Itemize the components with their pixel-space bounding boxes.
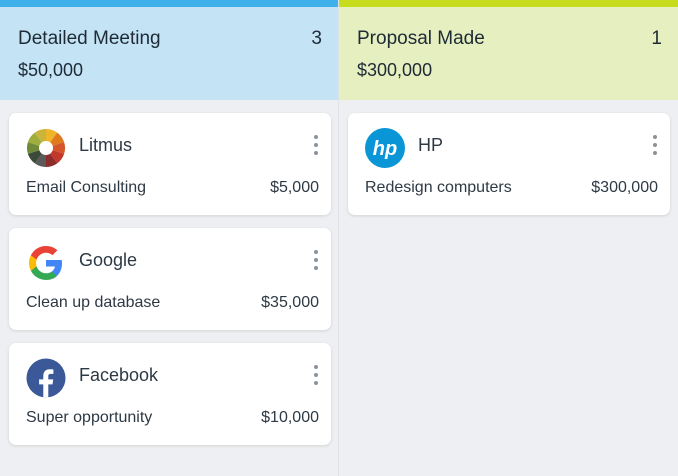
deal-card[interactable]: Litmus Email Consulting $5,000 xyxy=(9,113,331,215)
pipeline-board: Detailed Meeting 3 $50,000 Litmus Email … xyxy=(0,0,678,476)
svg-text:hp: hp xyxy=(373,138,397,160)
facebook-logo-icon xyxy=(26,358,66,398)
deal-card[interactable]: hp HP Redesign computers $300,000 xyxy=(348,113,670,215)
company-name: HP xyxy=(418,135,444,155)
more-vertical-icon[interactable] xyxy=(310,248,322,272)
google-logo-icon xyxy=(26,243,66,283)
card-list: hp HP Redesign computers $300,000 xyxy=(348,113,670,228)
column-total: $50,000 xyxy=(18,60,84,80)
deal-card[interactable]: Facebook Super opportunity $10,000 xyxy=(9,343,331,445)
deal-card[interactable]: Google Clean up database $35,000 xyxy=(9,228,331,330)
hp-logo-icon: hp xyxy=(365,128,405,168)
company-name: Facebook xyxy=(79,365,159,385)
column-title: Proposal Made xyxy=(357,28,485,49)
deal-amount: $35,000 xyxy=(261,294,319,311)
column-title: Detailed Meeting xyxy=(18,28,161,49)
deal-description: Super opportunity xyxy=(26,409,153,426)
column-header: Detailed Meeting 3 $50,000 xyxy=(0,0,338,100)
column-header: Proposal Made 1 $300,000 xyxy=(339,0,678,100)
column-proposal-made: Proposal Made 1 $300,000 hp HP Redesign … xyxy=(339,0,678,476)
column-count: 1 xyxy=(651,28,662,49)
card-list: Litmus Email Consulting $5,000 Google Cl… xyxy=(9,113,331,458)
deal-description: Email Consulting xyxy=(26,179,147,196)
deal-amount: $5,000 xyxy=(270,179,319,196)
company-name: Google xyxy=(79,250,138,270)
deal-description: Redesign computers xyxy=(365,179,512,196)
deal-description: Clean up database xyxy=(26,294,161,311)
column-total: $300,000 xyxy=(357,60,433,80)
column-detailed-meeting: Detailed Meeting 3 $50,000 Litmus Email … xyxy=(0,0,339,476)
more-vertical-icon[interactable] xyxy=(649,133,661,157)
litmus-logo-icon xyxy=(26,128,66,168)
company-name: Litmus xyxy=(79,135,133,155)
column-color-strip xyxy=(0,0,338,7)
column-count: 3 xyxy=(311,28,322,49)
more-vertical-icon[interactable] xyxy=(310,363,322,387)
deal-amount: $10,000 xyxy=(261,409,319,426)
column-color-strip xyxy=(339,0,678,7)
more-vertical-icon[interactable] xyxy=(310,133,322,157)
deal-amount: $300,000 xyxy=(591,179,658,196)
